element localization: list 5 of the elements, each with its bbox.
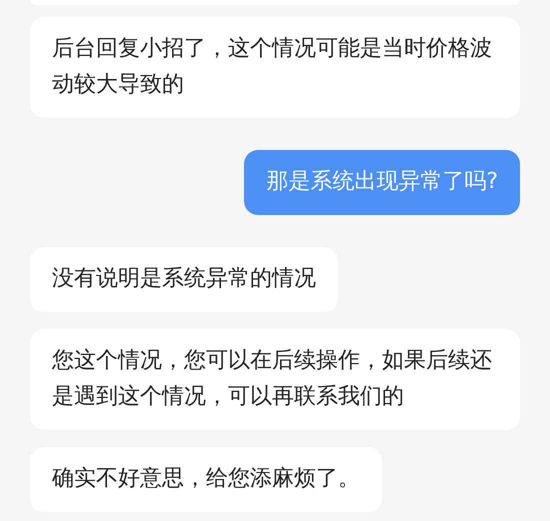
message-bubble: 没有说明是系统异常的情况 <box>30 247 338 312</box>
message-bubble: 确实不好意思，给您添麻烦了。 <box>30 447 382 512</box>
message-bubble: 后台回复小招了，这个情况可能是当时价格波动较大导致的 <box>30 17 520 118</box>
message-bubble: 那是系统出现异常了吗? <box>244 150 520 215</box>
message-bubble: 您这个情况，您可以在后续操作，如果后续还是遇到这个情况，可以再联系我们的 <box>30 329 520 430</box>
